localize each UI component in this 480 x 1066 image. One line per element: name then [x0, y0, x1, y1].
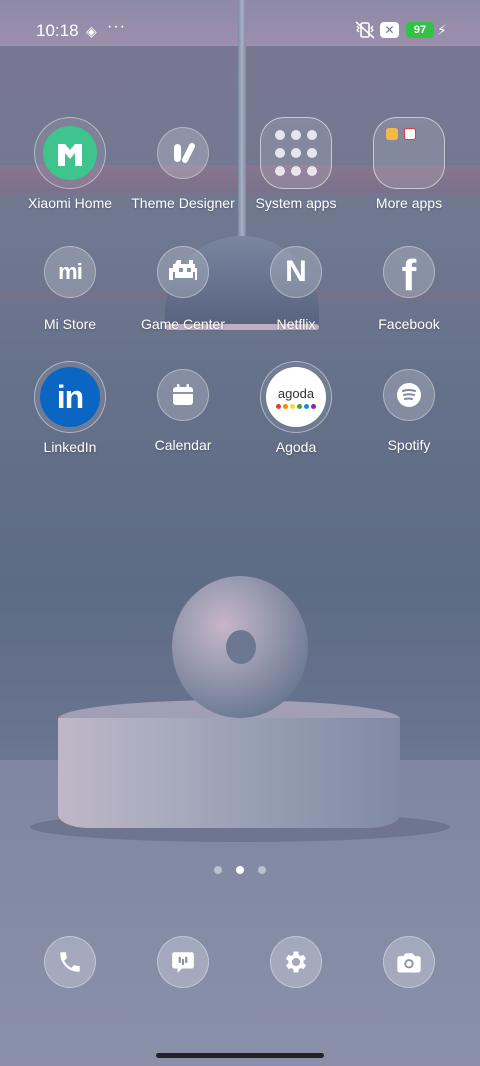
- theme-designer-icon: [157, 127, 209, 179]
- app-label: More apps: [375, 195, 443, 211]
- app-label: Agoda: [275, 439, 317, 455]
- app-netflix[interactable]: N Netflix: [241, 246, 351, 332]
- settings-icon: [285, 951, 307, 973]
- app-calendar[interactable]: Calendar: [128, 369, 238, 453]
- app-label: System apps: [255, 195, 337, 211]
- dock-messages-button[interactable]: [157, 936, 209, 988]
- app-mi-store[interactable]: mi Mi Store: [15, 246, 125, 332]
- app-label: Theme Designer: [131, 195, 235, 211]
- status-bar: 10:18 ◈ ··· ✕ 97 ⚡: [0, 0, 480, 62]
- page-dot-2[interactable]: [236, 866, 244, 874]
- app-label: Game Center: [140, 316, 226, 332]
- dock-camera-button[interactable]: [383, 936, 435, 988]
- notification-icon: ◈: [86, 23, 97, 39]
- more-apps-folder-icon: [373, 117, 445, 189]
- app-linkedin[interactable]: in LinkedIn: [15, 361, 125, 455]
- page-indicator[interactable]: [0, 866, 480, 874]
- vibrate-off-icon: [355, 21, 375, 39]
- x-status-icon: ✕: [380, 22, 399, 38]
- facebook-icon: f: [383, 246, 435, 298]
- dock-settings-button[interactable]: [270, 936, 322, 988]
- app-label: Mi Store: [43, 316, 97, 332]
- more-notifications-icon: ···: [107, 18, 126, 35]
- game-center-icon: [157, 246, 209, 298]
- app-xiaomi-home[interactable]: Xiaomi Home: [15, 117, 125, 211]
- spotify-icon: [383, 369, 435, 421]
- calendar-icon: [157, 369, 209, 421]
- app-facebook[interactable]: f Facebook: [354, 246, 464, 332]
- folder-system-apps[interactable]: System apps: [241, 117, 351, 211]
- system-apps-folder-icon: [260, 117, 332, 189]
- xiaomi-home-icon: [43, 126, 97, 180]
- status-time: 10:18: [36, 21, 79, 40]
- folder-more-apps[interactable]: More apps: [354, 117, 464, 211]
- messages-icon: [172, 952, 194, 973]
- mi-store-icon: mi: [44, 246, 96, 298]
- app-label: Facebook: [378, 316, 440, 332]
- page-dot-3[interactable]: [258, 866, 266, 874]
- app-game-center[interactable]: Game Center: [128, 246, 238, 332]
- app-label: Calendar: [154, 437, 212, 453]
- agoda-icon: agoda: [266, 367, 326, 427]
- app-label: Netflix: [276, 316, 316, 332]
- burger-app-icon: [386, 128, 398, 140]
- app-label: LinkedIn: [43, 439, 97, 455]
- dock-phone-button[interactable]: [44, 936, 96, 988]
- battery-icon: 97: [406, 22, 434, 38]
- shop-app-icon: [404, 128, 416, 140]
- linkedin-icon: in: [40, 367, 100, 427]
- app-label: Xiaomi Home: [27, 195, 113, 211]
- camera-icon: [397, 953, 421, 973]
- charging-icon: ⚡: [437, 22, 447, 38]
- app-agoda[interactable]: agoda Agoda: [241, 361, 351, 455]
- app-label: Spotify: [387, 437, 431, 453]
- phone-icon: [60, 952, 80, 972]
- home-gesture-bar[interactable]: [156, 1053, 324, 1058]
- app-theme-designer[interactable]: Theme Designer: [128, 127, 238, 211]
- app-spotify[interactable]: Spotify: [354, 369, 464, 453]
- page-dot-1[interactable]: [214, 866, 222, 874]
- netflix-icon: N: [270, 246, 322, 298]
